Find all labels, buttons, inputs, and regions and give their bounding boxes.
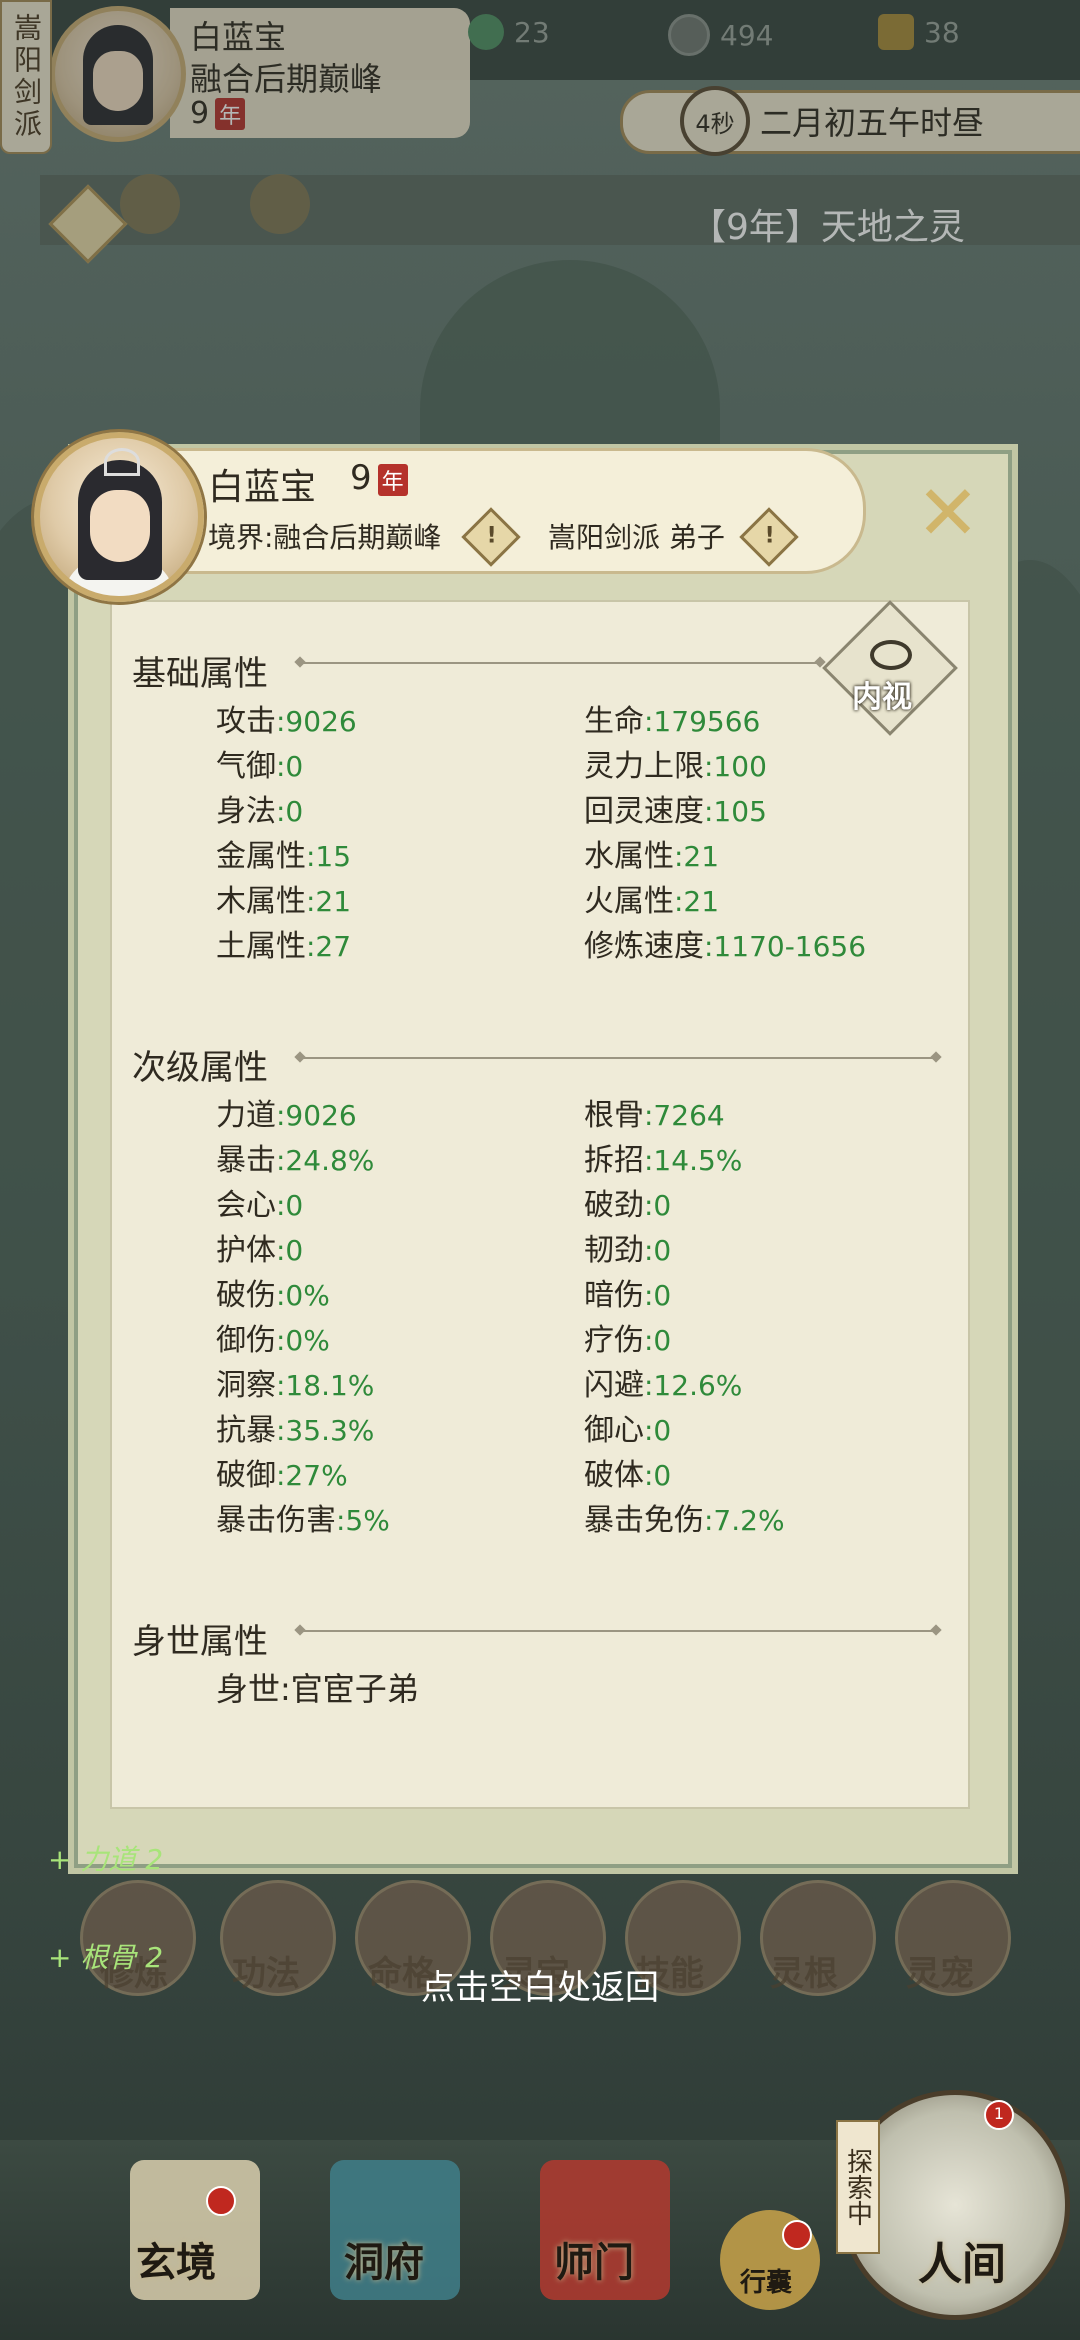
attr-item: 御伤:0%	[216, 1323, 330, 1358]
notification-dot	[206, 2186, 236, 2216]
attr-item: 破伤:0%	[216, 1278, 330, 1313]
section-divider	[300, 662, 820, 664]
dialog-age: 9年	[350, 458, 408, 498]
attr-item: 木属性:21	[216, 884, 352, 919]
notification-dot	[782, 2220, 812, 2250]
attr-item: 洞察:18.1%	[216, 1368, 375, 1403]
section-divider	[300, 1057, 936, 1059]
attr-item: 身法:0	[216, 794, 304, 829]
nav-label: 人间	[918, 2239, 1006, 2290]
attr-item: 破劲:0	[584, 1188, 672, 1223]
attr-item: 暗伤:0	[584, 1278, 672, 1313]
year-badge: 年	[377, 464, 408, 496]
attr-item: 土属性:27	[216, 929, 352, 964]
dialog-avatar	[34, 432, 204, 602]
section-title-basic: 基础属性	[132, 654, 268, 694]
attr-item: 生命:179566	[584, 704, 761, 739]
inspect-label: 内视	[852, 680, 912, 715]
attr-item: 根骨:7264	[584, 1098, 725, 1133]
explore-status: 探索中	[836, 2120, 880, 2254]
section-title-secondary: 次级属性	[132, 1048, 268, 1088]
attr-item: 灵力上限:100	[584, 749, 767, 784]
attr-item: 水属性:21	[584, 839, 720, 874]
explore-badge: 1	[984, 2100, 1014, 2130]
attr-item: 闪避:12.6%	[584, 1368, 743, 1403]
attr-item: 疗伤:0	[584, 1323, 672, 1358]
nav-label: 玄境	[136, 2240, 216, 2286]
background-item: 身世:官宦子弟	[216, 1670, 419, 1708]
close-icon[interactable]: ✕	[910, 475, 986, 554]
attr-item: 修炼速度:1170-1656	[584, 929, 867, 964]
attr-item: 火属性:21	[584, 884, 720, 919]
eye-icon	[870, 640, 912, 670]
dialog-name: 白蓝宝	[208, 467, 317, 508]
attr-item: 会心:0	[216, 1188, 304, 1223]
nav-label: 师门	[554, 2240, 634, 2286]
nav-label: 行囊	[740, 2268, 793, 2298]
section-divider	[300, 1630, 936, 1632]
return-hint: 点击空白处返回	[421, 1968, 659, 2008]
attr-item: 暴击:24.8%	[216, 1143, 375, 1178]
attr-item: 破御:27%	[216, 1458, 348, 1493]
attr-item: 拆招:14.5%	[584, 1143, 743, 1178]
nav-label: 洞府	[344, 2240, 424, 2286]
attr-item: 暴击伤害:5%	[216, 1503, 390, 1538]
attr-item: 回灵速度:105	[584, 794, 767, 829]
attr-item: 金属性:15	[216, 839, 352, 874]
attr-item: 气御:0	[216, 749, 304, 784]
attr-item: 破体:0	[584, 1458, 672, 1493]
attr-item: 力道:9026	[216, 1098, 357, 1133]
attr-item: 韧劲:0	[584, 1233, 672, 1268]
dialog-realm: 境界:融合后期巅峰	[208, 521, 442, 554]
bonus-text: + 力道 2	[48, 1843, 164, 1876]
dialog-sect: 嵩阳剑派 弟子	[548, 521, 725, 554]
attr-item: 攻击:9026	[216, 704, 357, 739]
attr-item: 抗暴:35.3%	[216, 1413, 375, 1448]
section-title-background: 身世属性	[132, 1622, 268, 1662]
attr-item: 暴击免伤:7.2%	[584, 1503, 785, 1538]
attr-item: 护体:0	[216, 1233, 304, 1268]
attr-item: 御心:0	[584, 1413, 672, 1448]
